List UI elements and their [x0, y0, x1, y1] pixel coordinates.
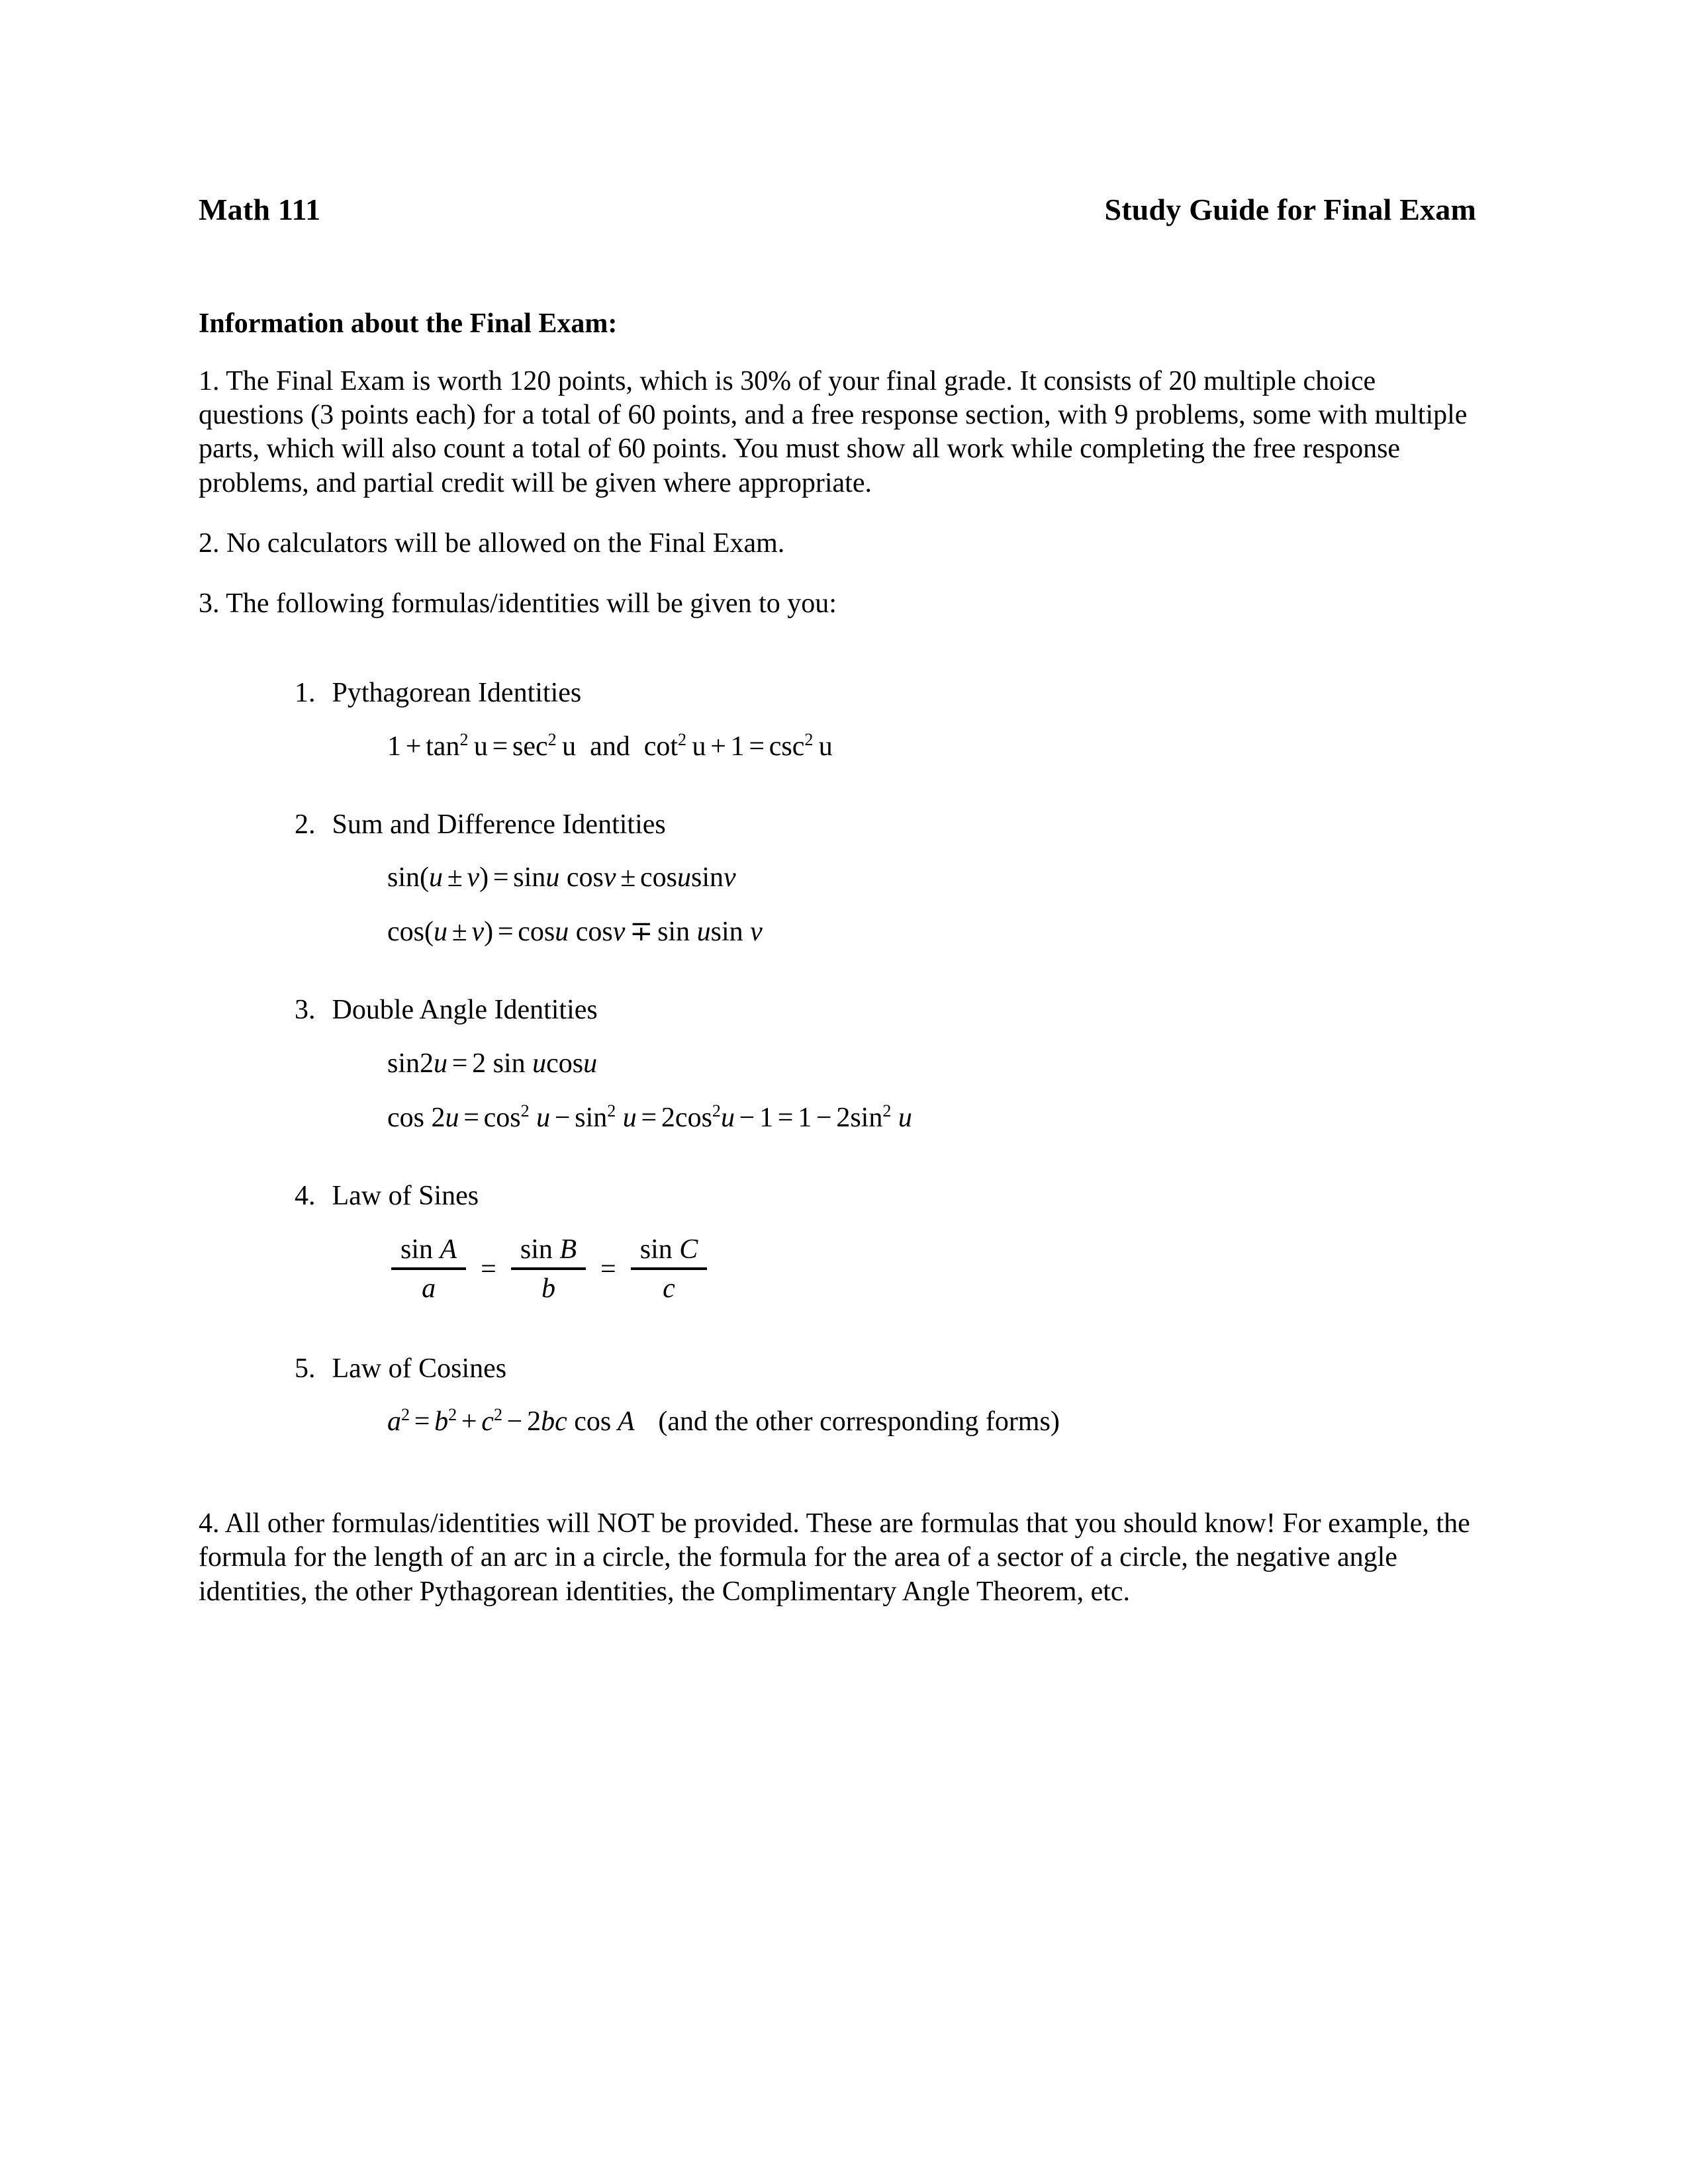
formula-block: sin(u ± v) = sinu cosv ± cosusinv cos(u ± v) = cos…: [295, 864, 1476, 946]
identity-item-sum-difference: 2. Sum and Difference Identities sin(u ± v…: [199, 808, 1476, 946]
identity-label: 5. Law of Cosines: [295, 1352, 1476, 1385]
info-paragraph-3: 3. The following formulas/identities wil…: [199, 588, 837, 619]
fraction-term: sin C c: [630, 1234, 708, 1304]
identity-list: 1. Pythagorean Identities 1 + tan2 u = sec2 …: [199, 676, 1476, 1435]
formula-cos-double: cos 2u = cos2 u − sin2 u = 2cos2u −1 = 1−2sin2 u: [387, 1101, 912, 1133]
page-title: Study Guide for Final Exam: [1104, 193, 1476, 226]
formula-block: 1 + tan2 u = sec2 u and cot2 u +1 = csc2 u: [295, 729, 1476, 762]
identity-title: Sum and Difference Identities: [332, 809, 666, 840]
formula-pythagorean: 1 + tan2 u = sec2 u and cot2 u +1 = csc2 u: [387, 729, 833, 762]
identity-title: Double Angle Identities: [332, 995, 598, 1026]
identity-label: 4. Law of Sines: [295, 1179, 1476, 1212]
info-paragraph-2: 2. No calculators will be allowed on the…: [199, 527, 785, 559]
document-header: Math 111 Study Guide for Final Exam: [199, 0, 1476, 227]
fraction-numerator: sin B: [520, 1234, 577, 1265]
identity-number: 2.: [295, 809, 316, 840]
fraction-term: sin A a: [391, 1234, 467, 1304]
info-paragraph-4: 4. All other formulas/identities will NO…: [199, 1508, 1470, 1607]
identity-item-law-of-sines: 4. Law of Sines sin A a = sin B b = sin C c: [199, 1179, 1476, 1304]
identity-title: Pythagorean Identities: [332, 678, 582, 709]
fraction-term: sin B b: [510, 1234, 586, 1304]
equals-sign: =: [481, 1254, 496, 1285]
fraction-numerator: sin A: [400, 1234, 457, 1265]
identity-label: 1. Pythagorean Identities: [295, 676, 1476, 709]
formula-sin-double: sin2u = 2 sin ucosu: [387, 1048, 598, 1079]
document-page: Math 111 Study Guide for Final Exam Info…: [0, 0, 1688, 2184]
document-content: Math 111 Study Guide for Final Exam Info…: [199, 0, 1476, 1609]
formula-law-of-cosines: a2 = b2 + c2−2bc cos A (and the other corresp…: [387, 1405, 1060, 1437]
info-paragraph-1: 1. The Final Exam is worth 120 points, w…: [199, 366, 1468, 498]
equals-sign: =: [600, 1254, 616, 1285]
identity-number: 5.: [295, 1353, 316, 1384]
section-heading-exam-info: Information about the Final Exam:: [199, 308, 618, 339]
identity-label: 3. Double Angle Identities: [295, 993, 1476, 1026]
formula-cos-sum: cos(u ± v) = cosu cosv ∓ sin usin v: [387, 917, 763, 948]
formula-block: sin A a = sin B b = sin C c: [295, 1234, 1476, 1304]
identity-number: 3.: [295, 995, 316, 1026]
formula-block: sin2u = 2 sin ucosu cos 2u = cos2 u − sin2 u = 2…: [295, 1050, 1476, 1132]
identity-item-law-of-cosines: 5. Law of Cosines a2 = b2 + c2−2bc cos A (and…: [199, 1352, 1476, 1435]
fraction-denominator: a: [422, 1273, 436, 1304]
identity-number: 4.: [295, 1180, 316, 1211]
fraction-numerator: sin C: [639, 1234, 698, 1265]
fraction-denominator: b: [541, 1273, 555, 1304]
identity-item-pythagorean: 1. Pythagorean Identities 1 + tan2 u = sec2 …: [199, 676, 1476, 760]
identity-number: 1.: [295, 678, 316, 709]
identity-title: Law of Sines: [332, 1180, 479, 1211]
fraction-denominator: c: [663, 1273, 675, 1304]
law-of-cosines-note: (and the other corresponding forms): [658, 1406, 1060, 1437]
identity-title: Law of Cosines: [332, 1353, 507, 1384]
course-title: Math 111: [199, 193, 321, 226]
formula-law-of-sines: sin A a = sin B b = sin C c: [387, 1234, 711, 1304]
formula-sin-sum: sin(u ± v) = sinu cosv ± cosusinv: [387, 862, 736, 893]
identity-item-double-angle: 3. Double Angle Identities sin2u = 2 sin u…: [199, 993, 1476, 1131]
formula-block: a2 = b2 + c2−2bc cos A (and the other corresp…: [295, 1405, 1476, 1437]
identity-label: 2. Sum and Difference Identities: [295, 808, 1476, 841]
